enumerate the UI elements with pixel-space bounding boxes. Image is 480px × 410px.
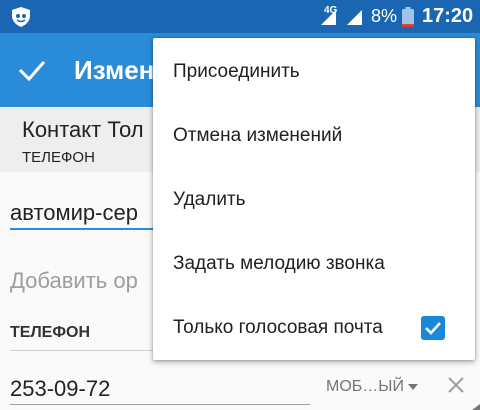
- close-icon[interactable]: [448, 377, 464, 393]
- battery-icon: [402, 7, 414, 27]
- menu-item-discard-changes[interactable]: Отмена изменений: [153, 104, 475, 168]
- checkmark-icon: [425, 322, 441, 335]
- menu-item-voicemail-only[interactable]: Только голосовая почта: [153, 296, 475, 360]
- battery-percent: 8%: [371, 6, 398, 26]
- wifi-signal-icon: [347, 10, 362, 25]
- mobile-signal-icon: [321, 10, 336, 25]
- dropdown-arrow-icon: [407, 384, 418, 390]
- menu-item-label: Задать мелодию звонка: [173, 253, 385, 274]
- phone-type-label: МОБ…ЫЙ: [326, 378, 404, 395]
- contact-account-name: Контакт Тол: [22, 117, 144, 142]
- name-input[interactable]: автомир-сер: [10, 200, 138, 226]
- overflow-menu: Присоединить Отмена изменений Удалить За…: [153, 38, 475, 360]
- voicemail-only-checkbox[interactable]: [421, 316, 445, 340]
- status-bar: 4G 8% 17:20: [0, 0, 480, 33]
- shield-notification-icon: [12, 7, 30, 27]
- organization-input[interactable]: Добавить ор: [10, 268, 138, 294]
- phone-input-underline: [10, 404, 310, 405]
- menu-item-label: Присоединить: [173, 61, 300, 82]
- check-icon[interactable]: [18, 57, 46, 85]
- status-clock: 17:20: [422, 5, 474, 27]
- menu-item-label: Отмена изменений: [173, 125, 343, 146]
- menu-item-join[interactable]: Присоединить: [153, 40, 475, 104]
- phone-type-dropdown[interactable]: МОБ…ЫЙ: [326, 378, 418, 396]
- toolbar-title: Измен: [74, 55, 155, 85]
- menu-item-set-ringtone[interactable]: Задать мелодию звонка: [153, 232, 475, 296]
- menu-item-delete[interactable]: Удалить: [153, 168, 475, 232]
- phone-section-label: ТЕЛЕФОН: [10, 324, 90, 341]
- contact-account-type: ТЕЛЕФОН: [22, 149, 95, 166]
- scroll-indicator-icon: [472, 404, 480, 410]
- phone-input[interactable]: 253-09-72: [10, 376, 110, 402]
- menu-item-label: Только голосовая почта: [173, 317, 383, 338]
- menu-item-label: Удалить: [173, 189, 246, 210]
- name-input-underline: [10, 228, 170, 230]
